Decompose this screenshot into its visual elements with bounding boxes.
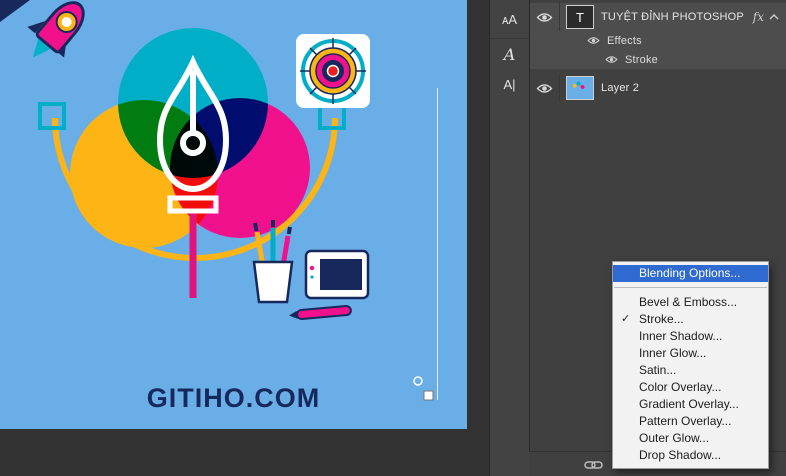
check-icon: ✓ [621, 313, 631, 325]
pen-nib-and-desk-items [156, 54, 438, 401]
menu-item-bevel-emboss[interactable]: Bevel & Emboss... [613, 294, 768, 311]
menu-item-pattern-overlay[interactable]: Pattern Overlay... [613, 413, 768, 430]
menu-item-color-overlay[interactable]: Color Overlay... [613, 379, 768, 396]
eye-icon[interactable] [605, 55, 618, 64]
paragraph-styles-panel-icon[interactable]: A| [490, 69, 529, 99]
menu-item-gradient-overlay[interactable]: Gradient Overlay... [613, 396, 768, 413]
collapse-effects-icon[interactable] [769, 14, 779, 20]
image-layer-thumbnail[interactable] [566, 76, 594, 100]
text-layer-thumbnail[interactable]: T [566, 5, 594, 29]
layer-style-context-menu: Blending Options... Bevel & Emboss... ✓ … [612, 261, 769, 469]
effects-label[interactable]: Effects [607, 35, 642, 47]
character-panel-icon[interactable]: ᴀA [490, 0, 529, 39]
link-layers-icon[interactable] [584, 459, 603, 471]
eye-icon [536, 83, 553, 93]
menu-item-drop-shadow[interactable]: Drop Shadow... [613, 447, 768, 464]
visibility-toggle[interactable] [530, 74, 560, 102]
document-canvas[interactable]: GITIHO.COM [0, 0, 467, 429]
menu-item-outer-glow[interactable]: Outer Glow... [613, 430, 768, 447]
visibility-toggle[interactable] [530, 3, 560, 31]
photoshop-window: GITIHO.COM ᴀA A A| T TUYỆT ĐỈNH PHOTOSHO… [0, 0, 786, 476]
menu-item-inner-glow[interactable]: Inner Glow... [613, 345, 768, 362]
fx-badge[interactable]: fx [753, 10, 764, 24]
layer-name[interactable]: TUYỆT ĐỈNH PHOTOSHOP [601, 11, 744, 23]
menu-item-inner-shadow[interactable]: Inner Shadow... [613, 328, 768, 345]
menu-item-stroke[interactable]: ✓ Stroke... [613, 311, 768, 328]
eye-icon [536, 12, 553, 22]
stroke-effect-row[interactable]: Stroke [530, 50, 786, 69]
stroke-effect-label[interactable]: Stroke [625, 54, 658, 66]
layer-row-text[interactable]: T TUYỆT ĐỈNH PHOTOSHOP fx [530, 3, 786, 31]
menu-separator [614, 287, 767, 288]
layer-name[interactable]: Layer 2 [601, 82, 639, 94]
effects-group-row[interactable]: Effects [530, 31, 786, 50]
menu-item-blending-options[interactable]: Blending Options... [613, 265, 768, 282]
collapsed-panels-dock: ᴀA A A| [489, 0, 529, 476]
menu-item-satin[interactable]: Satin... [613, 362, 768, 379]
eye-icon[interactable] [587, 36, 600, 45]
glyphs-panel-icon[interactable]: A [490, 39, 529, 69]
menu-item-stroke-label: Stroke... [639, 312, 684, 326]
artwork-brand-text: GITIHO.COM [146, 383, 321, 413]
layer-row-image[interactable]: Layer 2 [530, 74, 786, 102]
